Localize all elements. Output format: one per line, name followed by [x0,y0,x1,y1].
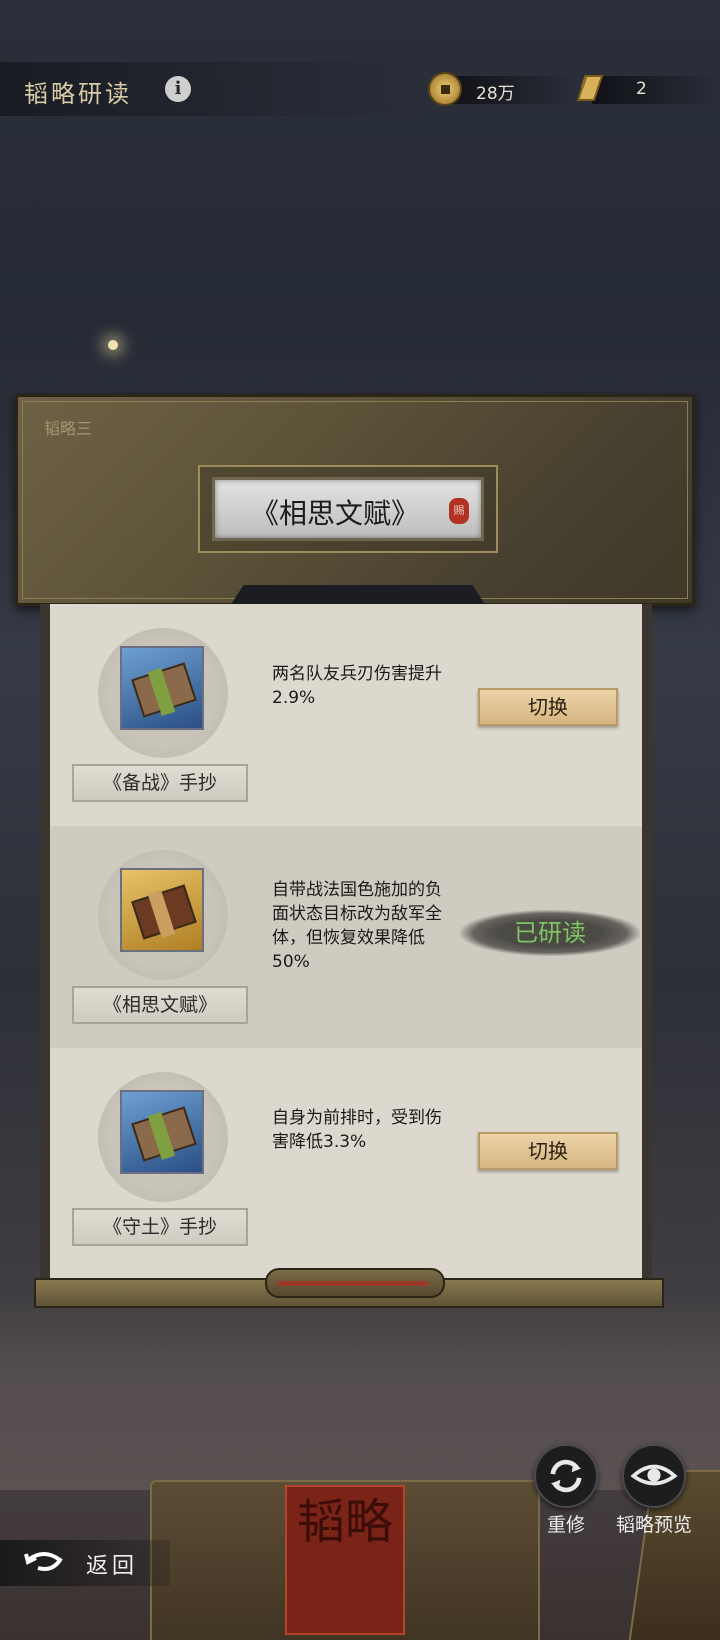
coin-icon [428,72,462,106]
switch-button[interactable]: 切换 [478,1132,618,1170]
scroll-value: 2 [636,79,647,99]
strategy-panel: 韬略三 《相思文赋》 赐 [15,394,695,609]
scroll-knob [265,1268,445,1298]
title-plaque: 《相思文赋》 赐 [212,477,484,541]
refresh-icon [550,1459,582,1493]
background-shelf-lower [0,1370,720,1490]
page-title: 韬略研读 [24,80,132,108]
preview-button[interactable] [622,1444,686,1508]
switch-button-label: 切换 [528,695,568,719]
ornate-book-icon[interactable] [120,868,204,952]
eye-icon [630,1464,678,1486]
background-lamp [108,340,118,350]
studied-label: 已研读 [514,919,586,947]
list-item: 《守土》手抄 自身为前排时，受到伤害降低3.3% 切换 [50,1048,642,1270]
scroll-resource: 2 [572,70,720,106]
item-description: 两名队友兵刃伤害提升2.9% [272,664,442,708]
preview-label: 韬略预览 [615,1514,692,1536]
item-description: 自带战法国色施加的负面状态目标改为敌军全体，但恢复效果降低50% [272,880,442,972]
scroll-band [592,76,720,104]
header: 韬略研读 i 28万 2 [0,62,720,116]
back-arrow-icon [24,1552,63,1571]
scroll-icon [576,75,604,101]
list-item: 《备战》手抄 两名队友兵刃伤害提升2.9% 切换 [50,604,642,826]
background-book-label: 韬略 [285,1485,405,1635]
item-name-tag: 《守土》手抄 [72,1208,248,1246]
switch-button-label: 切换 [528,1139,568,1163]
manuscript-book-icon[interactable] [120,646,204,730]
active-strategy-title: 《相思文赋》 [250,497,419,530]
switch-button[interactable]: 切换 [478,688,618,726]
strategy-list[interactable]: 《备战》手抄 两名队友兵刃伤害提升2.9% 切换 《相思文赋》 自带战法国色施加… [40,604,652,1284]
list-item-active: 《相思文赋》 自带战法国色施加的负面状态目标改为敌军全体，但恢复效果降低50% … [50,826,642,1048]
item-name: 《相思文赋》 [102,994,217,1016]
item-name-tag: 《相思文赋》 [72,986,248,1024]
manuscript-book-icon[interactable] [120,1090,204,1174]
back-button[interactable]: 返回 [0,1540,170,1586]
retrain-button[interactable] [534,1444,598,1508]
back-label: 返回 [86,1554,139,1579]
panel-subtitle: 韬略三 [44,419,93,438]
item-name-tag: 《备战》手抄 [72,764,248,802]
seal-icon: 赐 [449,498,469,524]
coin-resource: 28万 [428,70,578,106]
studied-badge: 已研读 [460,910,640,956]
background-book-label-text: 韬略 [296,1494,393,1550]
title-plaque-frame: 《相思文赋》 赐 [198,465,498,553]
item-description: 自身为前排时，受到伤害降低3.3% [272,1108,442,1152]
info-icon[interactable]: i [165,76,191,102]
item-name: 《备战》手抄 [102,772,217,794]
coin-value: 28万 [476,84,515,104]
item-name: 《守土》手抄 [102,1216,217,1238]
